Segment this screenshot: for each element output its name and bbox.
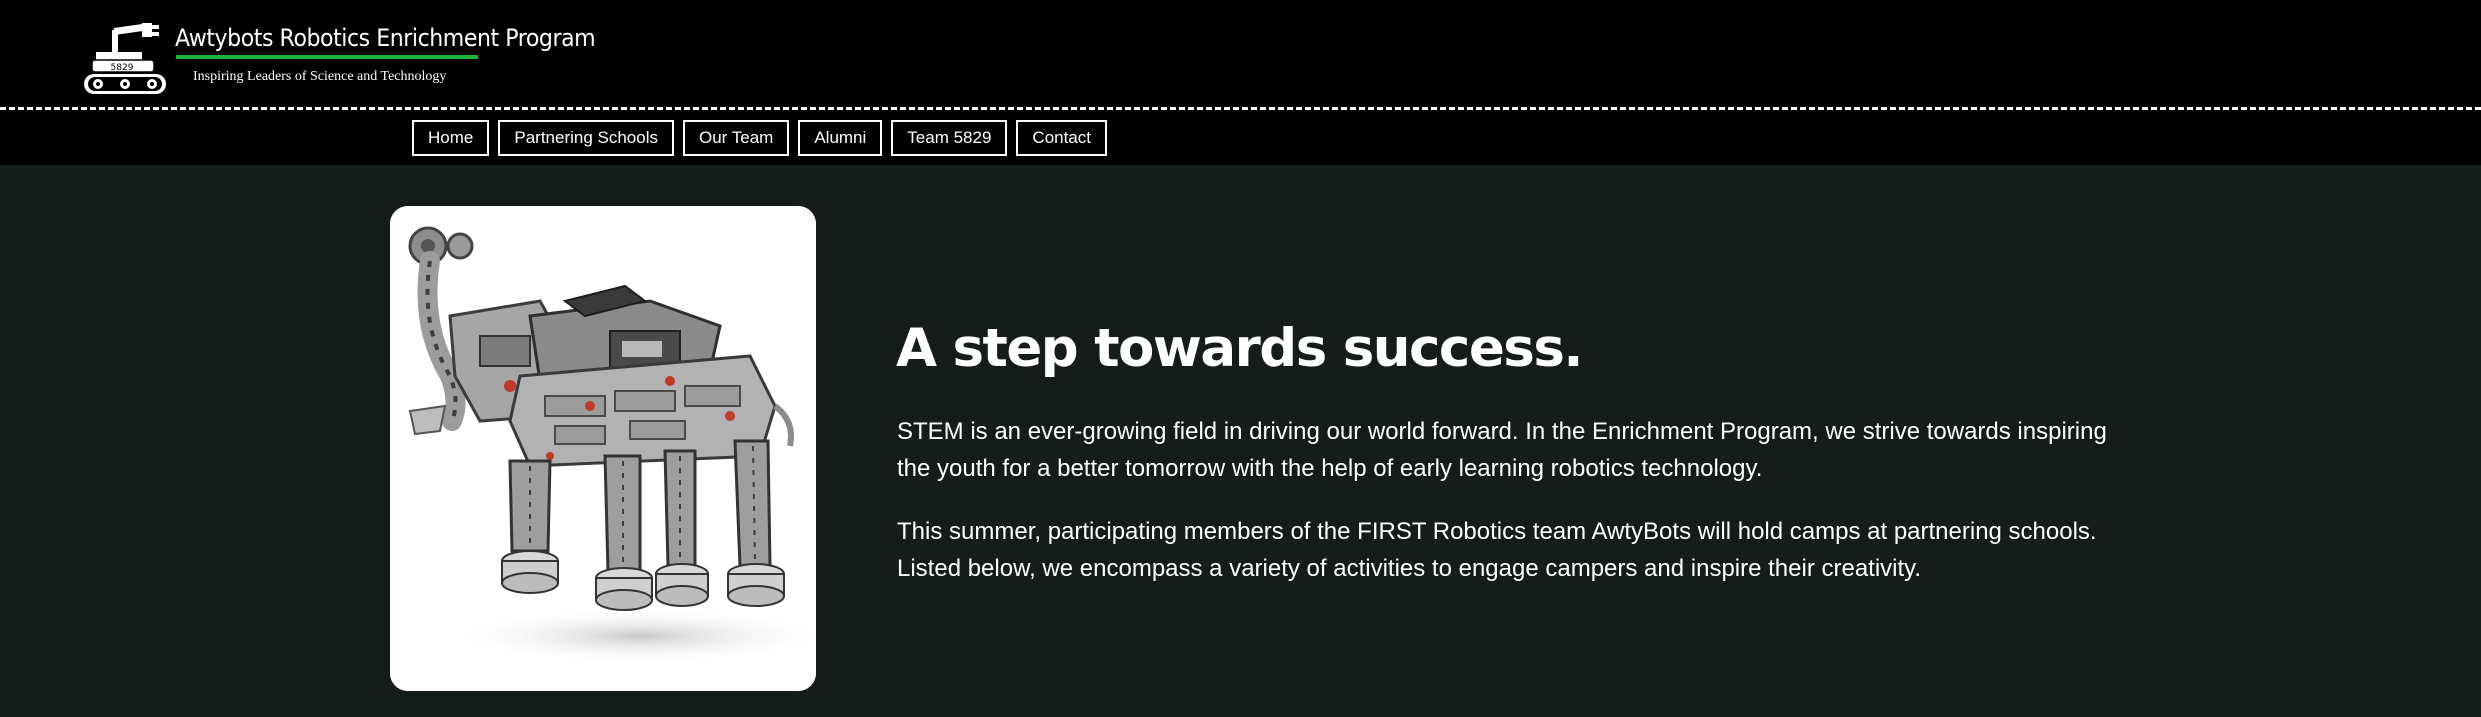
hero-heading: A step towards success. [896, 318, 1584, 379]
site-title[interactable]: Awtybots Robotics Enrichment Program [175, 24, 596, 52]
nav-home-button[interactable]: Home [412, 120, 490, 156]
dashed-divider [0, 107, 2481, 110]
robot-tank-logo-svg: 5829 [84, 23, 166, 94]
hero-paragraph-summer-camps: This summer, participating members of th… [897, 518, 2097, 582]
site-tagline: Inspiring Leaders of Science and Technol… [193, 69, 447, 84]
nav-team-5829-button[interactable]: Team 5829 [891, 120, 1008, 156]
page: 5829 Awtybots Robotics Enrichment Progra… [0, 0, 2481, 717]
robot-elephant-svg [390, 206, 816, 691]
logo-badge: 5829 [111, 63, 134, 73]
nav-our-team-button[interactable]: Our Team [683, 120, 790, 156]
nav-partnering-schools-button[interactable]: Partnering Schools [498, 120, 674, 156]
nav-contact-button[interactable]: Contact [1016, 120, 1108, 156]
title-underline [176, 55, 478, 59]
main-nav: Home Partnering Schools Our Team Alumni … [412, 120, 1108, 156]
robot-elephant-image [390, 206, 816, 691]
site-header: 5829 Awtybots Robotics Enrichment Progra… [0, 0, 2481, 165]
nav-alumni-button[interactable]: Alumni [798, 120, 883, 156]
robot-tank-logo-icon[interactable]: 5829 [78, 20, 178, 96]
hero-paragraph-stem: STEM is an ever-growing field in driving… [897, 418, 2107, 482]
